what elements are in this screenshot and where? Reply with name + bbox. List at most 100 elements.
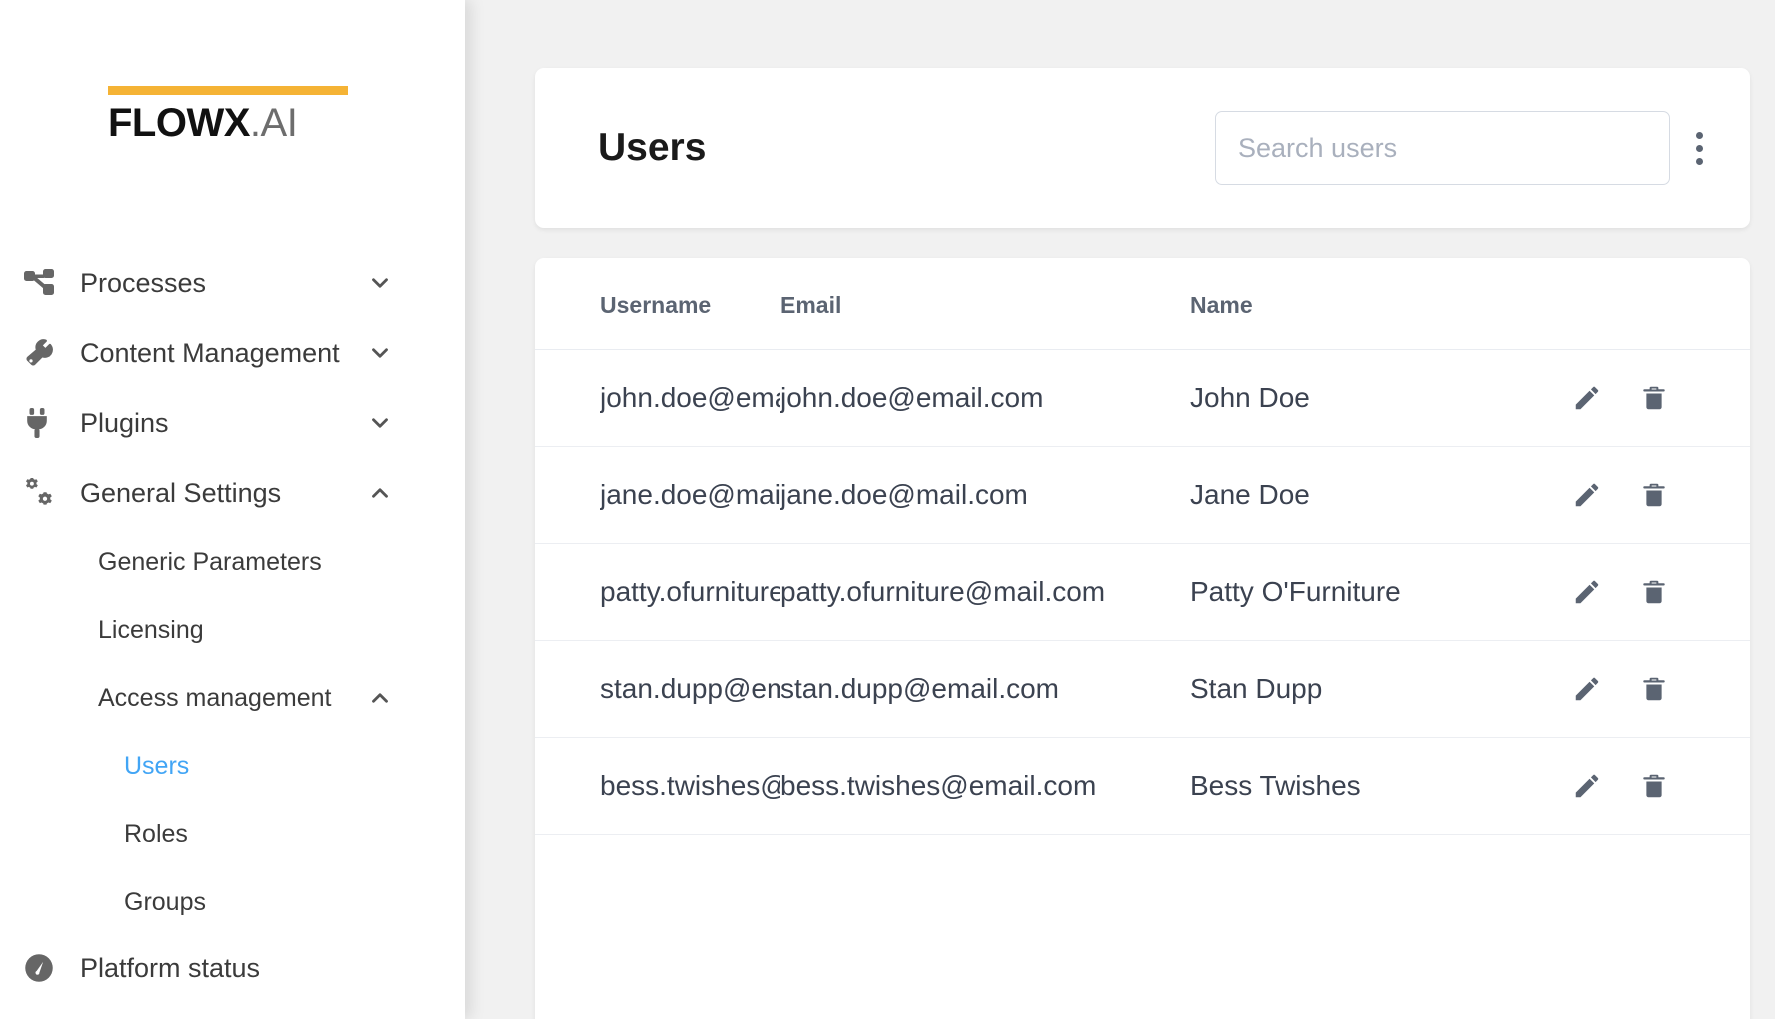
main-content: Users Username Email Name	[465, 0, 1775, 1019]
sidebar-item-platform-status[interactable]: Platform status	[0, 938, 465, 998]
search-input[interactable]	[1215, 111, 1670, 185]
sidebar-subitem-label: Generic Parameters	[98, 547, 322, 576]
kebab-dot	[1695, 157, 1703, 165]
row-actions	[1570, 381, 1750, 415]
users-table-card: Username Email Name john.doe@email.comjo…	[535, 258, 1750, 1019]
column-header-email[interactable]: Email	[780, 258, 1190, 350]
gears-icon	[24, 476, 64, 510]
kebab-menu-icon[interactable]	[1670, 113, 1728, 183]
sidebar-item-generic-parameters[interactable]: Generic Parameters	[0, 528, 465, 596]
trash-icon[interactable]	[1637, 672, 1671, 706]
cell-actions	[1570, 737, 1750, 835]
cell-username: patty.ofurniture@mail.com	[535, 543, 780, 641]
cell-actions	[1570, 543, 1750, 641]
username-text: stan.dupp@email.com	[600, 673, 780, 704]
header-tools	[1215, 111, 1728, 185]
cell-email: jane.doe@mail.com	[780, 446, 1190, 544]
sidebar-item-access-management[interactable]: Access management	[0, 664, 465, 732]
table-row[interactable]: patty.ofurniture@mail.compatty.ofurnitur…	[535, 543, 1750, 641]
sidebar-subitem-label: Licensing	[98, 615, 204, 644]
sidebar-nav: Processes Content Management Plugins Gen…	[0, 248, 465, 936]
username-text: john.doe@email.com	[600, 382, 780, 413]
trash-icon[interactable]	[1637, 769, 1671, 803]
cell-email: bess.twishes@email.com	[780, 737, 1190, 835]
sidebar-item-licensing[interactable]: Licensing	[0, 596, 465, 664]
cell-actions	[1570, 349, 1750, 447]
users-table: Username Email Name john.doe@email.comjo…	[535, 258, 1750, 835]
sidebar-item-general-settings[interactable]: General Settings	[0, 458, 465, 528]
sidebar-item-users[interactable]: Users	[0, 732, 465, 800]
trash-icon[interactable]	[1637, 575, 1671, 609]
pencil-icon[interactable]	[1570, 672, 1604, 706]
cell-name: Stan Dupp	[1190, 640, 1570, 738]
sidebar-item-roles[interactable]: Roles	[0, 800, 465, 868]
table-row[interactable]: jane.doe@mail.comjane.doe@mail.comJane D…	[535, 446, 1750, 544]
sidebar-item-plugins[interactable]: Plugins	[0, 388, 465, 458]
sidebar-subitem-label: Users	[124, 751, 190, 780]
row-actions	[1570, 478, 1750, 512]
cell-username: jane.doe@mail.com	[535, 446, 780, 544]
chevron-down-icon[interactable]	[367, 270, 393, 296]
cell-username: stan.dupp@email.com	[535, 640, 780, 738]
page-header-card: Users	[535, 68, 1750, 228]
sidebar: FLOWX.AI Processes Content Management Pl…	[0, 0, 465, 1019]
table-row[interactable]: bess.twishes@email.combess.twishes@email…	[535, 737, 1750, 835]
pencil-icon[interactable]	[1570, 381, 1604, 415]
sidebar-subitem-label: Roles	[124, 819, 188, 848]
sidebar-item-groups[interactable]: Groups	[0, 868, 465, 936]
pencil-icon[interactable]	[1570, 478, 1604, 512]
column-header-name[interactable]: Name	[1190, 258, 1570, 350]
brand-name-light: .AI	[249, 101, 298, 145]
brand-accent-bar	[108, 86, 348, 95]
chevron-down-icon[interactable]	[367, 340, 393, 366]
chevron-up-icon[interactable]	[367, 685, 393, 711]
trash-icon[interactable]	[1637, 478, 1671, 512]
cell-name: Patty O'Furniture	[1190, 543, 1570, 641]
sidebar-item-label: Processes	[80, 267, 207, 298]
gauge-icon	[24, 953, 64, 983]
cell-name: Bess Twishes	[1190, 737, 1570, 835]
cell-actions	[1570, 446, 1750, 544]
brand-logo-text: FLOWX.AI	[108, 101, 358, 145]
sidebar-item-label: Content Management	[80, 337, 340, 368]
sidebar-footer-label: Platform status	[80, 952, 261, 983]
cell-actions	[1570, 640, 1750, 738]
column-header-actions	[1570, 258, 1750, 350]
sitemap-icon	[24, 266, 64, 300]
sidebar-item-label: General Settings	[80, 477, 282, 508]
app-root: FLOWX.AI Processes Content Management Pl…	[0, 0, 1775, 1019]
table-row[interactable]: stan.dupp@email.comstan.dupp@email.comSt…	[535, 640, 1750, 738]
wrench-icon	[24, 336, 64, 370]
users-table-head: Username Email Name	[535, 258, 1750, 350]
cell-username: bess.twishes@email.com	[535, 737, 780, 835]
chevron-up-icon[interactable]	[367, 480, 393, 506]
sidebar-item-label: Plugins	[80, 407, 169, 438]
table-row[interactable]: john.doe@email.comjohn.doe@email.comJohn…	[535, 349, 1750, 447]
cell-email: john.doe@email.com	[780, 349, 1190, 447]
brand-logo[interactable]: FLOWX.AI	[108, 86, 358, 145]
row-actions	[1570, 769, 1750, 803]
column-header-username[interactable]: Username	[535, 258, 780, 350]
cell-email: patty.ofurniture@mail.com	[780, 543, 1190, 641]
chevron-down-icon[interactable]	[367, 410, 393, 436]
username-text: patty.ofurniture@mail.com	[600, 576, 780, 607]
brand-name-bold: FLOWX	[108, 101, 250, 145]
cell-username: john.doe@email.com	[535, 349, 780, 447]
kebab-dot	[1695, 131, 1703, 139]
pencil-icon[interactable]	[1570, 769, 1604, 803]
row-actions	[1570, 672, 1750, 706]
row-actions	[1570, 575, 1750, 609]
username-text: bess.twishes@email.com	[600, 770, 780, 801]
users-table-body: john.doe@email.comjohn.doe@email.comJohn…	[535, 349, 1750, 835]
sidebar-item-content-management[interactable]: Content Management	[0, 318, 465, 388]
kebab-dot	[1695, 144, 1703, 152]
page-title: Users	[598, 126, 707, 169]
sidebar-item-processes[interactable]: Processes	[0, 248, 465, 318]
cell-email: stan.dupp@email.com	[780, 640, 1190, 738]
pencil-icon[interactable]	[1570, 575, 1604, 609]
trash-icon[interactable]	[1637, 381, 1671, 415]
cell-name: John Doe	[1190, 349, 1570, 447]
sidebar-subitem-label: Groups	[124, 887, 206, 916]
cell-name: Jane Doe	[1190, 446, 1570, 544]
table-header-row: Username Email Name	[535, 258, 1750, 350]
